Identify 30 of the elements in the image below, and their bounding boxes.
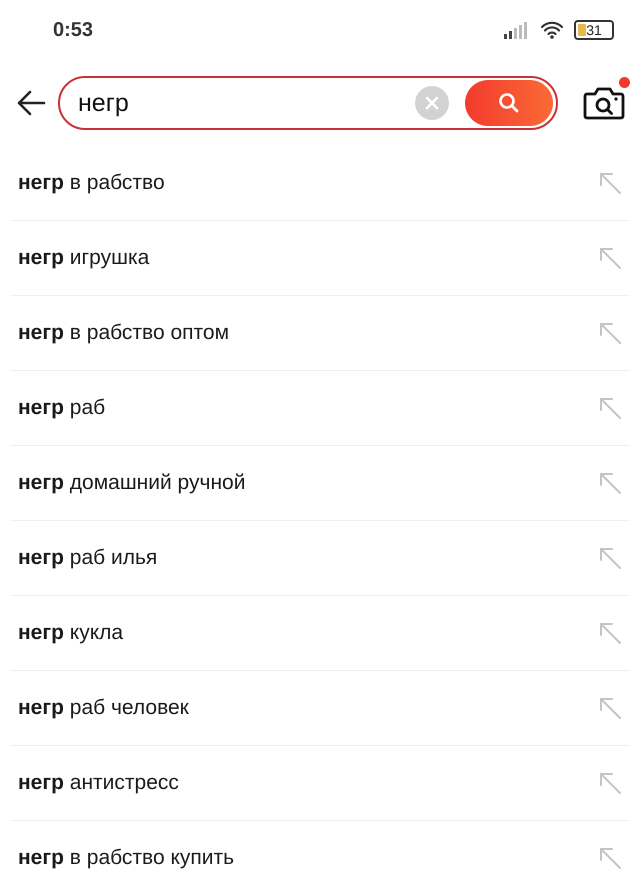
arrow-icon[interactable]: [598, 396, 622, 420]
wifi-icon: [540, 21, 564, 39]
arrow-icon[interactable]: [598, 171, 622, 195]
battery-icon: 31: [574, 20, 614, 40]
arrow-icon[interactable]: [598, 621, 622, 645]
search-field[interactable]: негр: [58, 76, 558, 130]
search-button[interactable]: [465, 80, 553, 126]
back-icon[interactable]: [16, 90, 46, 116]
suggestion-item[interactable]: негр раб илья: [18, 546, 158, 570]
suggestion-item[interactable]: негр в рабство купить: [18, 846, 234, 870]
suggestion-item[interactable]: негр раб: [18, 396, 106, 420]
arrow-icon[interactable]: [598, 246, 622, 270]
arrow-icon[interactable]: [598, 471, 622, 495]
arrow-icon[interactable]: [598, 696, 622, 720]
signal-icon: [504, 21, 530, 39]
suggestion-item[interactable]: негр кукла: [18, 621, 124, 645]
camera-search-icon[interactable]: [583, 86, 625, 120]
suggestion-item[interactable]: негр раб человек: [18, 696, 189, 720]
arrow-icon[interactable]: [598, 546, 622, 570]
search-icon: [498, 92, 520, 114]
suggestion-item[interactable]: негр в рабство: [18, 171, 165, 195]
arrow-icon[interactable]: [598, 321, 622, 345]
suggestion-item[interactable]: негр домашний ручной: [18, 471, 246, 495]
clear-icon[interactable]: [415, 86, 449, 120]
suggestion-item[interactable]: негр в рабство оптом: [18, 321, 230, 345]
arrow-icon[interactable]: [598, 771, 622, 795]
arrow-icon[interactable]: [598, 846, 622, 870]
status-time: 0:53: [53, 18, 94, 42]
suggestion-item[interactable]: негр игрушка: [18, 246, 150, 270]
suggestion-item[interactable]: негр антистресс: [18, 771, 179, 795]
